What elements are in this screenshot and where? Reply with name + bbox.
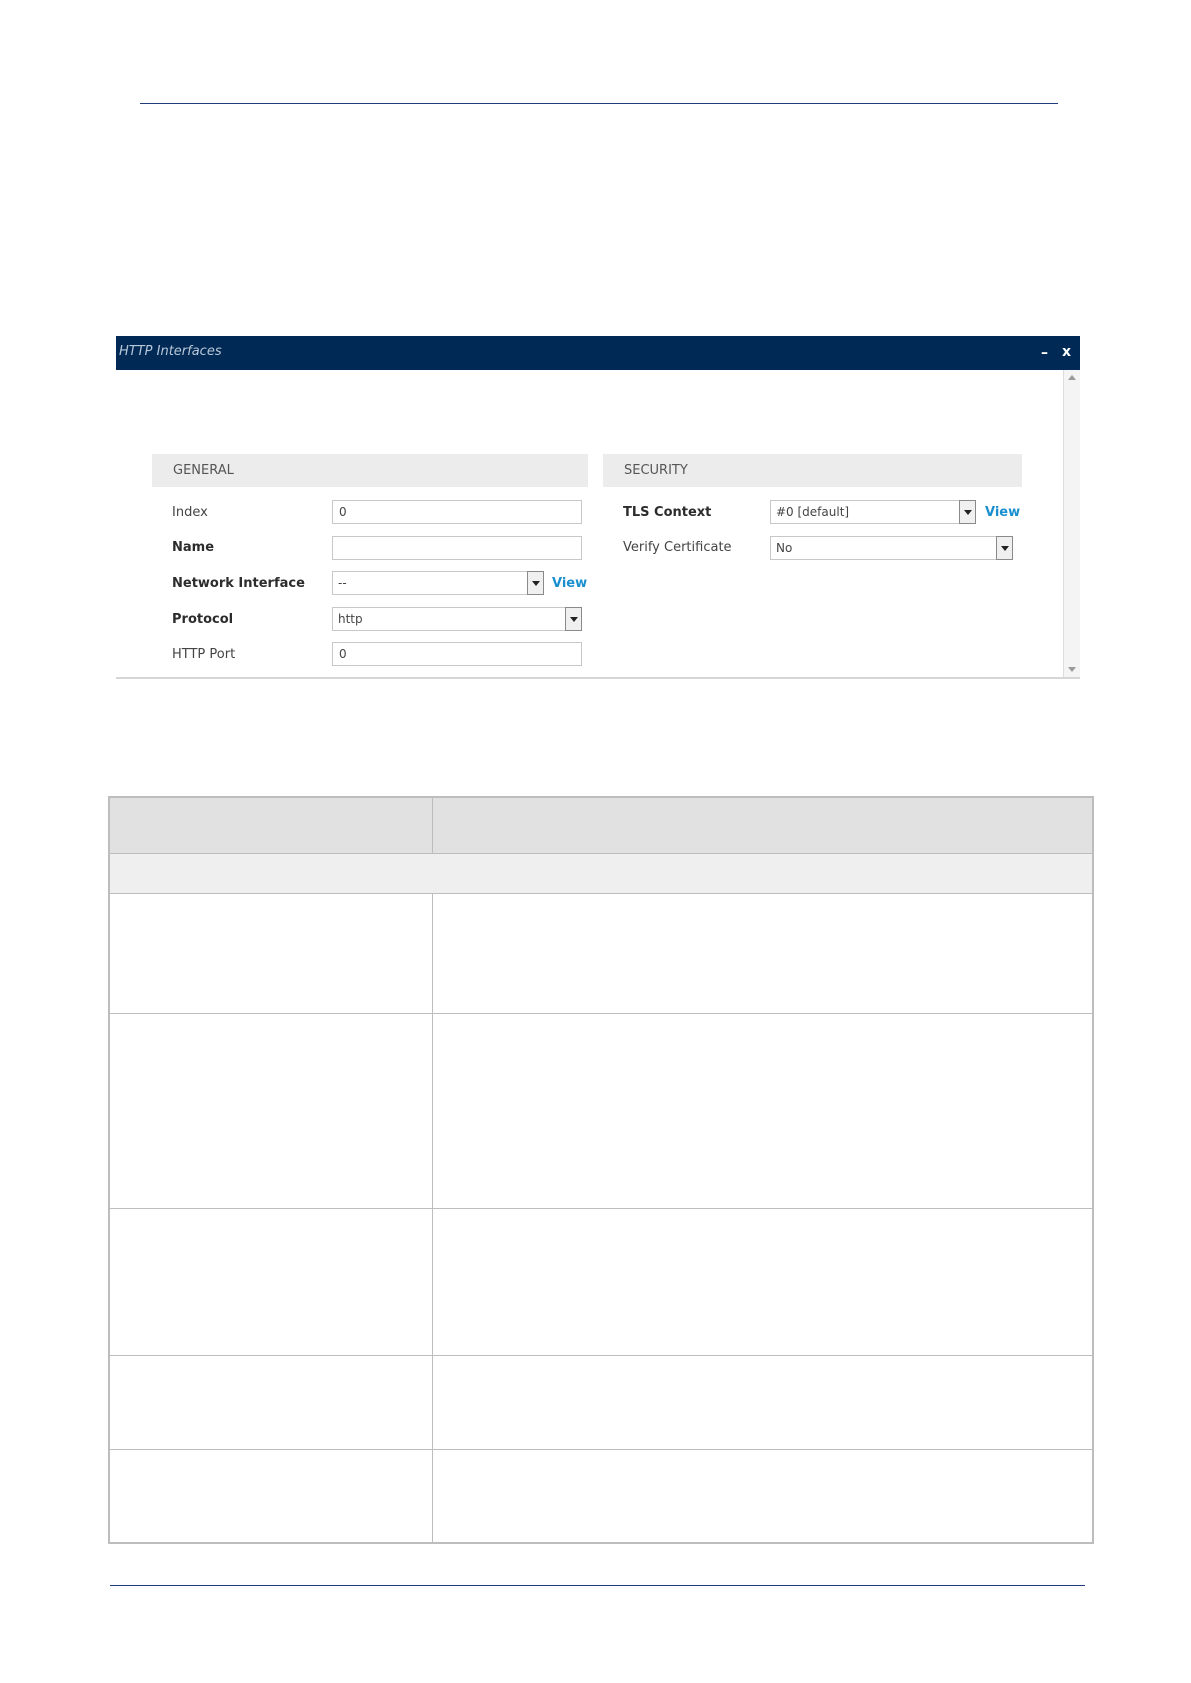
index-input[interactable]: 0 xyxy=(332,500,582,524)
http-port-label: HTTP Port xyxy=(172,647,236,662)
network-interface-select[interactable]: -- xyxy=(332,571,544,595)
table-cell xyxy=(110,1356,433,1449)
scroll-up-icon[interactable] xyxy=(1068,375,1076,380)
table-cell xyxy=(433,1014,1092,1208)
table-header-cell xyxy=(110,798,433,853)
table-cell xyxy=(433,894,1092,1013)
network-interface-value: -- xyxy=(338,576,347,590)
table-group-row xyxy=(110,854,1092,894)
table-row xyxy=(110,1014,1092,1209)
table-cell xyxy=(110,1450,433,1542)
network-interface-label: Network Interface xyxy=(172,576,305,591)
scroll-down-icon[interactable] xyxy=(1068,667,1076,672)
dialog-bottom-border xyxy=(116,677,1080,679)
table-cell xyxy=(433,1209,1092,1355)
table-row xyxy=(110,1450,1092,1542)
tls-context-label: TLS Context xyxy=(623,505,712,520)
table-row xyxy=(110,1209,1092,1356)
chevron-down-icon[interactable] xyxy=(527,571,544,595)
tls-context-value: #0 [default] xyxy=(776,505,850,519)
table-cell xyxy=(110,1014,433,1208)
general-section-header: GENERAL xyxy=(152,454,588,487)
table-row xyxy=(110,894,1092,1014)
dialog-body: GENERAL Index 0 Name Network Interface -… xyxy=(116,370,1064,676)
http-interfaces-dialog: HTTP Interfaces – x GENERAL Index 0 Name… xyxy=(116,336,1080,684)
verify-certificate-value: No xyxy=(776,541,793,555)
dialog-titlebar: HTTP Interfaces – x xyxy=(116,336,1080,370)
minimize-button[interactable]: – xyxy=(1041,345,1048,361)
table-cell xyxy=(110,894,433,1013)
name-label: Name xyxy=(172,540,215,555)
protocol-value: http xyxy=(338,612,363,626)
vertical-scrollbar[interactable] xyxy=(1063,370,1080,677)
table-header-cell xyxy=(433,798,1092,853)
verify-certificate-select[interactable]: No xyxy=(770,536,1013,560)
chevron-down-icon[interactable] xyxy=(565,607,582,631)
protocol-label: Protocol xyxy=(172,612,234,627)
table-cell xyxy=(433,1356,1092,1449)
http-port-input[interactable]: 0 xyxy=(332,642,582,666)
chevron-down-icon[interactable] xyxy=(959,500,976,524)
name-input[interactable] xyxy=(332,536,582,560)
table-cell xyxy=(110,1209,433,1355)
network-interface-view-link[interactable]: View xyxy=(552,576,587,591)
parameters-table xyxy=(108,796,1094,1544)
protocol-select[interactable]: http xyxy=(332,607,582,631)
chevron-down-icon[interactable] xyxy=(996,536,1013,560)
security-section-header: SECURITY xyxy=(603,454,1022,487)
table-row xyxy=(110,1356,1092,1450)
tls-context-select[interactable]: #0 [default] xyxy=(770,500,976,524)
close-button[interactable]: x xyxy=(1062,344,1071,360)
table-cell xyxy=(433,1450,1092,1542)
footer-rule xyxy=(110,1585,1085,1586)
table-header-row xyxy=(110,798,1092,854)
header-rule xyxy=(140,103,1058,104)
tls-context-view-link[interactable]: View xyxy=(985,505,1020,520)
dialog-title: HTTP Interfaces xyxy=(119,344,222,359)
index-label: Index xyxy=(172,505,208,520)
verify-certificate-label: Verify Certificate xyxy=(623,540,732,555)
